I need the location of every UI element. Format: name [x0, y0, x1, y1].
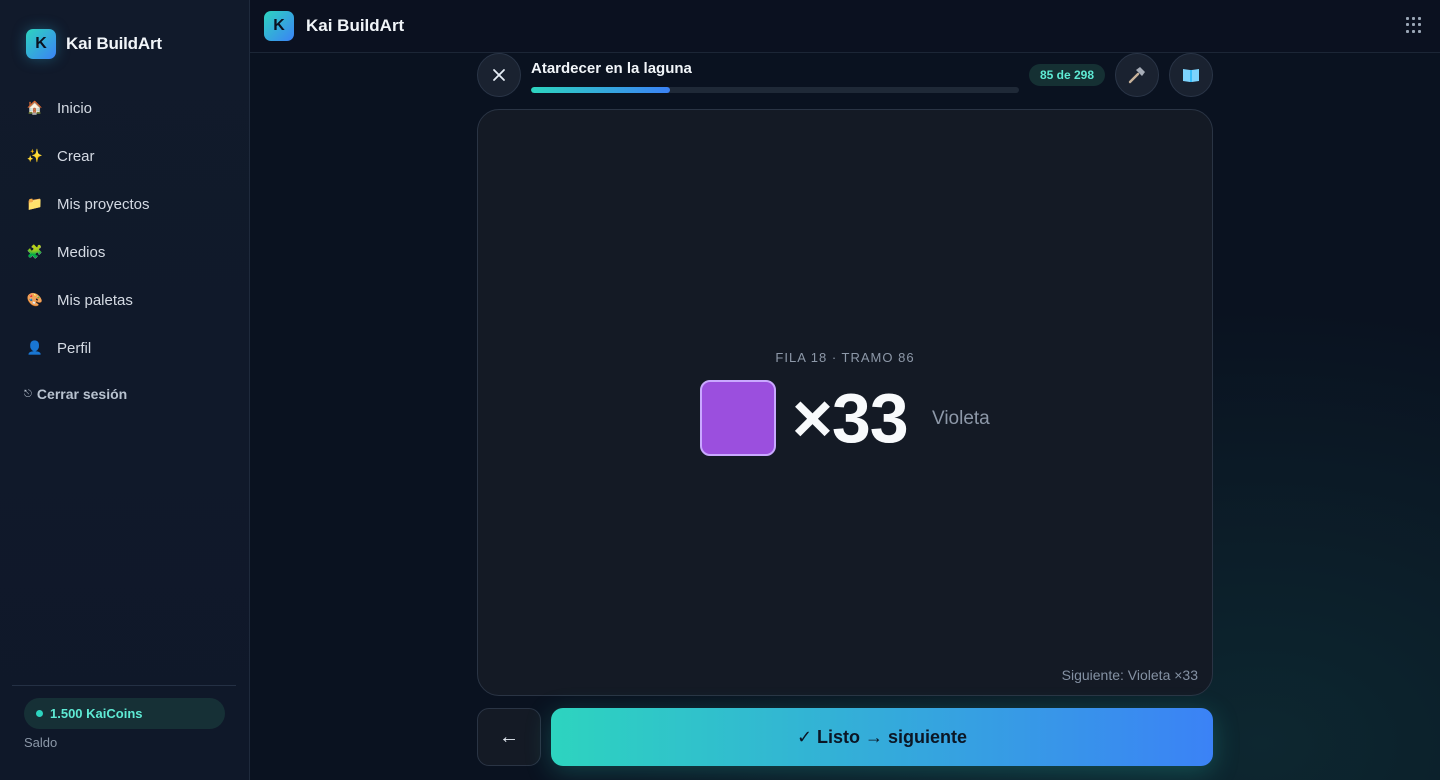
project-title: Atardecer en la laguna	[531, 60, 692, 77]
book-icon	[1183, 69, 1199, 82]
close-icon	[493, 69, 505, 81]
puzzle-icon: 🧩	[26, 244, 44, 259]
topbar: K Kai BuildArt	[250, 0, 1440, 53]
sidebar-item-label: Mis paletas	[57, 291, 133, 309]
coin-dot-icon	[36, 710, 43, 717]
sidebar-item-perfil[interactable]: 👤 Perfil	[26, 324, 236, 372]
folder-icon: 📁	[26, 196, 44, 211]
back-button[interactable]: ←	[477, 708, 541, 766]
next-step-label: Siguiente: Violeta ×33	[1061, 667, 1198, 683]
sparkles-icon: ✨	[26, 148, 44, 163]
apps-grid-icon[interactable]	[1406, 17, 1422, 33]
sidebar-item-label: Perfil	[57, 339, 92, 357]
progress-fill	[531, 87, 671, 93]
close-button[interactable]	[477, 53, 521, 97]
sidebar-item-label: Medios	[57, 243, 106, 261]
sidebar-item-label: Mis proyectos	[57, 195, 150, 213]
hammer-icon	[1128, 67, 1145, 84]
done-next-button[interactable]: ✓ Listo → siguiente	[551, 708, 1213, 766]
sidebar-item-mis-proyectos[interactable]: 📁 Mis proyectos	[26, 180, 236, 228]
progress-count-badge: 85 de 298	[1029, 64, 1105, 86]
sidebar-item-inicio[interactable]: 🏠 Inicio	[26, 84, 236, 132]
brand[interactable]: K Kai BuildArt	[26, 29, 162, 59]
topbar-app-name: Kai BuildArt	[306, 16, 405, 35]
progress-bar	[531, 87, 1019, 93]
logout-button[interactable]: ⎋ Cerrar sesión	[24, 386, 127, 402]
sidebar-item-mis-paletas[interactable]: 🎨 Mis paletas	[26, 276, 236, 324]
sidebar-item-label: Inicio	[57, 99, 93, 117]
sidebar: K Kai BuildArt 🏠 Inicio ✨ Crear 📁 Mis proyect…	[0, 0, 250, 780]
kaicoins-badge[interactable]: 1.500 KaiCoins	[24, 698, 225, 729]
color-swatch	[700, 380, 776, 456]
user-icon: 👤	[26, 340, 44, 355]
quantity-label: ×33	[792, 379, 909, 457]
row-segment-label: FILA 18 · TRAMO 86	[775, 350, 915, 365]
balance-label: Saldo	[24, 735, 58, 750]
logout-icon: ⎋	[24, 388, 32, 400]
topbar-logo[interactable]: K	[264, 11, 294, 41]
app-name: Kai BuildArt	[66, 34, 162, 53]
palette-icon: 🎨	[26, 292, 44, 307]
app-logo: K	[26, 29, 56, 59]
sidebar-nav: 🏠 Inicio ✨ Crear 📁 Mis proyectos 🧩 Medios 🎨 Mis p…	[26, 84, 236, 372]
color-name: Violeta	[932, 408, 990, 429]
sidebar-divider	[12, 685, 236, 686]
sidebar-item-label: Crear	[57, 147, 95, 165]
logout-label: Cerrar sesión	[36, 386, 128, 402]
house-icon: 🏠	[26, 100, 44, 115]
sidebar-item-crear[interactable]: ✨ Crear	[26, 132, 236, 180]
step-card: FILA 18 · TRAMO 86 ×33 Violeta Siguiente…	[477, 109, 1213, 696]
sidebar-item-medios[interactable]: 🧩 Medios	[26, 228, 236, 276]
kaicoins-label: 1.500 KaiCoins	[50, 706, 143, 721]
tool-button[interactable]	[1115, 53, 1159, 97]
guide-button[interactable]	[1169, 53, 1213, 97]
